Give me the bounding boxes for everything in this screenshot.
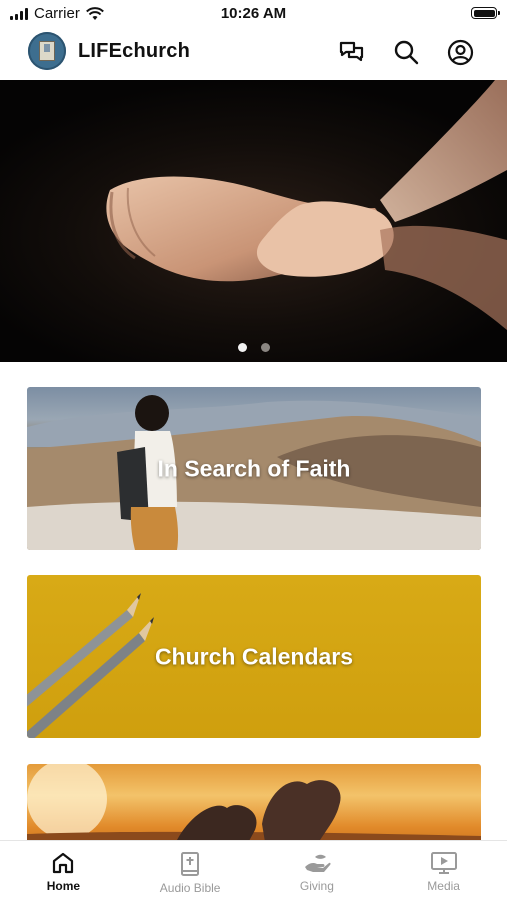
chat-icon[interactable] bbox=[338, 38, 366, 66]
card-title: Church Calendars bbox=[154, 643, 354, 669]
bottom-tab-bar: Home Audio Bible Giving Media bbox=[0, 840, 507, 901]
tab-audio-bible[interactable]: Audio Bible bbox=[127, 841, 254, 901]
hero-carousel[interactable] bbox=[0, 80, 507, 362]
app-title: LIFEchurch bbox=[78, 40, 191, 62]
home-icon bbox=[53, 852, 74, 874]
carousel-dot-1[interactable] bbox=[237, 343, 247, 352]
account-icon[interactable] bbox=[446, 38, 474, 66]
card-title: In Search of Faith bbox=[157, 455, 351, 481]
card-in-search-of-faith[interactable]: In Search of Faith bbox=[27, 387, 481, 550]
carousel-indicator[interactable] bbox=[0, 343, 507, 352]
tab-media[interactable]: Media bbox=[380, 841, 507, 901]
card-church-calendars[interactable]: Church Calendars bbox=[27, 575, 481, 738]
tab-giving[interactable]: Giving bbox=[254, 841, 381, 901]
battery-icon bbox=[471, 7, 500, 19]
tab-label: Home bbox=[46, 879, 81, 893]
tab-label: Giving bbox=[299, 879, 334, 893]
giving-hand-icon bbox=[304, 854, 331, 872]
status-bar: Carrier 10:26 AM bbox=[0, 0, 507, 28]
status-time: 10:26 AM bbox=[220, 5, 287, 22]
app-header: LIFEchurch bbox=[0, 28, 507, 78]
search-icon[interactable] bbox=[392, 38, 420, 66]
tab-home[interactable]: Home bbox=[0, 841, 127, 901]
media-play-icon bbox=[430, 852, 457, 874]
tab-label: Audio Bible bbox=[159, 881, 221, 895]
tab-label: Media bbox=[427, 879, 460, 893]
hands-cupped-photo bbox=[106, 80, 507, 330]
church-logo[interactable] bbox=[28, 32, 66, 70]
carousel-dot-2[interactable] bbox=[260, 343, 270, 352]
bible-icon bbox=[181, 852, 200, 876]
